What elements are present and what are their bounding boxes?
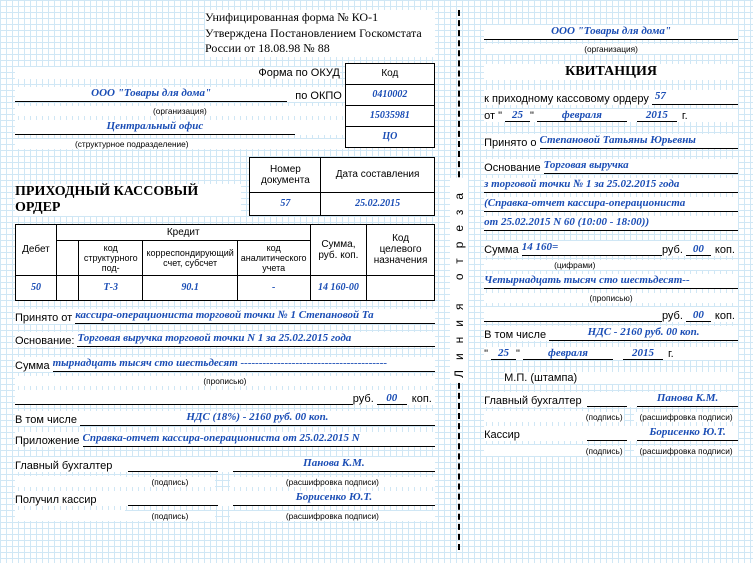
r-chief-label: Главный бухгалтер (484, 395, 587, 407)
th-c3: код аналитического учета (237, 240, 310, 275)
r-incl: НДС - 2160 руб. 00 коп. (549, 326, 738, 341)
doc-num-header: Номер документа (250, 157, 321, 192)
th-c1: код структурного под- (78, 240, 143, 275)
r-cashier-name: Борисенко Ю.Т. (637, 426, 738, 441)
th-debit: Дебет (16, 224, 57, 275)
r-decode-sub-1: (расшифровка подписи) (634, 412, 738, 422)
cut-line: Линия отреза (445, 10, 474, 550)
r-year2: 2015 (623, 347, 663, 360)
r-ot: от " (484, 110, 505, 122)
r-sum-words: Четырнадцать тысяч сто шестьдесят-- (484, 274, 738, 289)
code-header: Код (345, 63, 434, 84)
r-basis3: (Справка-отчет кассира-операциониста (484, 197, 738, 212)
r-received-label: Принято о (484, 137, 539, 149)
r-day2: 25 (491, 347, 516, 360)
th-c2: корреспондирующий счет, субсчет (143, 240, 237, 275)
r-year: 2015 (637, 109, 677, 122)
cashier-got-label: Получил кассир (15, 494, 128, 506)
receipt-title: КВИТАНЦИЯ (484, 64, 738, 80)
r-day: 25 (505, 109, 530, 122)
unit-code: ЦО (345, 126, 434, 147)
r-rub2: руб. (662, 310, 686, 322)
r-basis4: от 25.02.2015 N 60 (10:00 - 18:00)) (484, 216, 738, 231)
doc-date: 25.02.2015 (321, 192, 434, 215)
r-month: февраля (537, 109, 627, 122)
r-to-order: к приходному кассовому ордеру (484, 93, 652, 105)
r-g: г. (677, 110, 691, 122)
r-words-sub: (прописью) (484, 293, 738, 303)
attach-value: Справка-отчет кассира-операциониста от 2… (83, 432, 435, 447)
r-mp: М.П. (штампа) (504, 372, 738, 384)
r-num: 57 (652, 90, 738, 105)
r-basis1: Торговая выручка (544, 159, 738, 174)
r-org-sub: (организация) (484, 44, 738, 54)
sum-label: Сумма (15, 360, 53, 372)
basis-label: Основание: (15, 335, 77, 347)
sign-sub-1: (подпись) (125, 477, 215, 487)
unit-name: Центральный офис (15, 120, 295, 135)
td-sum: 14 160-00 (310, 275, 367, 300)
r-g2: г. (663, 348, 677, 360)
decode-sub-2: (расшифровка подписи) (230, 511, 435, 521)
rub-label: руб. (353, 393, 377, 405)
r-sign-sub-2: (подпись) (584, 446, 624, 456)
org-name: ООО "Товары для дома" (15, 87, 287, 102)
unit-sub: (структурное подразделение) (15, 139, 345, 149)
form-header: Унифицированная форма № КО-1 Утверждена … (205, 10, 435, 57)
sum-words: тырнадцать тысяч сто шестьдесят --------… (53, 357, 435, 372)
td-c3: - (237, 275, 310, 300)
r-sum-label: Сумма (484, 244, 522, 256)
chief-label: Главный бухгалтер (15, 460, 128, 472)
okpo-code: 15035981 (345, 105, 434, 126)
td-purpose (367, 275, 435, 300)
incl-label: В том числе (15, 414, 80, 426)
chief-name: Панова К.М. (233, 457, 435, 472)
basis-value: Торговая выручка торговой точки N 1 за 2… (77, 332, 434, 347)
th-sum: Сумма, руб. коп. (310, 224, 367, 275)
cut-line-text: Линия отреза (450, 178, 468, 383)
td-c1: Т-3 (78, 275, 143, 300)
okpo-label: по ОКПО (287, 90, 345, 102)
th-purpose: Код целевого назначения (367, 224, 435, 275)
r-kop: коп. (711, 244, 738, 256)
sign-sub-2: (подпись) (125, 511, 215, 521)
th-credit: Кредит (56, 224, 310, 240)
r-kop-val: 00 (686, 243, 711, 256)
sum-sub: (прописью) (15, 376, 435, 386)
td-c2: 90.1 (143, 275, 237, 300)
r-kop-val2: 00 (686, 309, 711, 322)
received-value: кассира-операциониста торговой точки № 1… (75, 309, 435, 324)
kop-label: коп. (407, 393, 435, 405)
r-rub: руб. (662, 244, 686, 256)
order-title: ПРИХОДНЫЙ КАССОВЫЙ ОРДЕР (15, 184, 241, 216)
td-debit: 50 (16, 275, 57, 300)
doc-num: 57 (250, 192, 321, 215)
r-incl-label: В том числе (484, 329, 549, 341)
r-basis2: з торговой точки № 1 за 25.02.2015 года (484, 178, 738, 193)
r-sum-sub: (цифрами) (484, 260, 738, 270)
r-cashier-label: Кассир (484, 429, 587, 441)
r-received: Степановой Татьяны Юрьевны (540, 134, 738, 149)
r-org: ООО "Товары для дома" (484, 25, 738, 40)
doc-date-header: Дата составления (321, 157, 434, 192)
kop-value: 00 (377, 392, 407, 405)
incl-value: НДС (18%) - 2160 руб. 00 коп. (80, 411, 435, 426)
r-month2: февраля (523, 347, 613, 360)
okud-label: Форма по ОКУД (258, 67, 340, 79)
r-decode-sub-2: (расшифровка подписи) (634, 446, 738, 456)
r-chief-name: Панова К.М. (637, 392, 738, 407)
attach-label: Приложение (15, 435, 83, 447)
cashier-name: Борисенко Ю.Т. (233, 491, 435, 506)
r-sign-sub-1: (подпись) (584, 412, 624, 422)
r-kop2: коп. (711, 310, 738, 322)
received-label: Принято от (15, 312, 75, 324)
r-basis-label: Основание (484, 162, 543, 174)
r-sum-num: 14 160= (522, 241, 662, 256)
org-sub: (организация) (15, 106, 345, 116)
okud-code: 0410002 (345, 84, 434, 105)
decode-sub-1: (расшифровка подписи) (230, 477, 435, 487)
